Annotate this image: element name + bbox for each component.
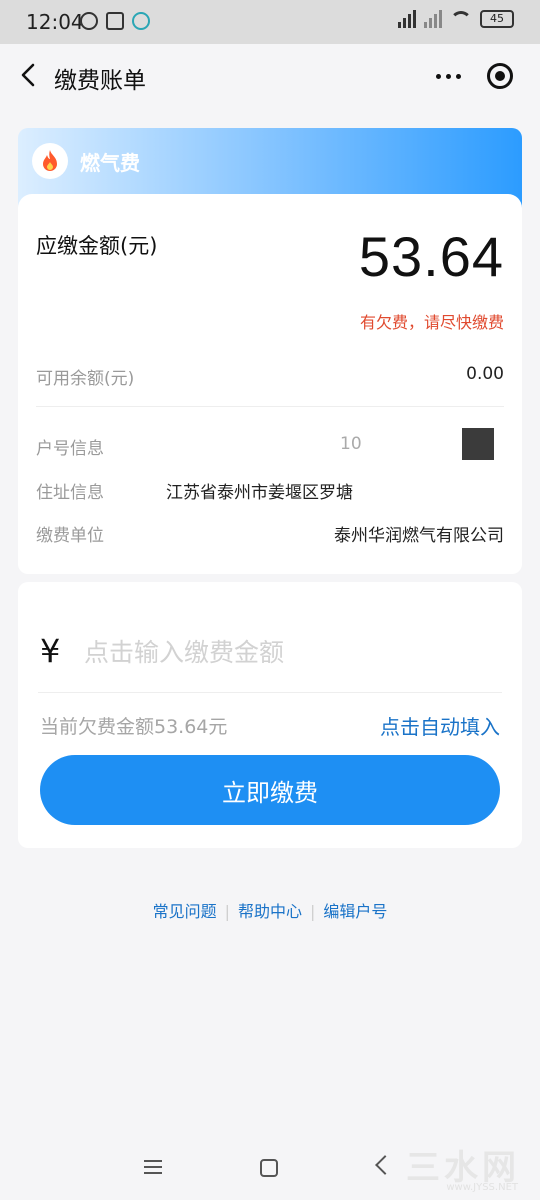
address-value: 江苏省泰州市姜堰区罗塘 xyxy=(166,483,353,503)
account-label: 户号信息 xyxy=(36,439,104,459)
divider xyxy=(36,406,504,407)
separator: | xyxy=(310,902,316,921)
home-icon[interactable] xyxy=(260,1159,278,1177)
bill-detail-card: 应缴金额(元) 53.64 有欠费，请尽快缴费 可用余额(元) 0.00 户号信… xyxy=(18,194,522,574)
miniapp-capsule xyxy=(422,56,526,96)
battery-icon: 45 xyxy=(480,10,514,28)
payment-amount-input[interactable] xyxy=(84,630,494,674)
edit-account-link[interactable]: 编辑户号 xyxy=(323,902,387,921)
close-miniapp-icon[interactable] xyxy=(474,56,526,96)
more-options-icon[interactable] xyxy=(422,56,474,96)
status-bar: 12:04 45 xyxy=(0,0,540,44)
due-amount-value: 53.64 xyxy=(358,225,504,288)
nav-bar: 缴费账单 xyxy=(0,44,540,108)
account-value: 10 xyxy=(340,434,362,454)
company-value: 泰州华润燃气有限公司 xyxy=(334,526,504,546)
watermark-url: www.JYSS.NET xyxy=(446,1182,518,1193)
footer-links: 常见问题 | 帮助中心 | 编辑户号 xyxy=(0,898,540,922)
currency-symbol: ¥ xyxy=(40,632,61,670)
payment-card: ¥ 当前欠费金额53.64元 点击自动填入 立即缴费 xyxy=(18,582,522,848)
help-center-link[interactable]: 帮助中心 xyxy=(238,902,302,921)
address-label: 住址信息 xyxy=(36,483,104,503)
recent-apps-icon[interactable] xyxy=(144,1160,162,1174)
status-system-icons: 45 xyxy=(398,10,514,28)
nfc-icon xyxy=(106,12,124,30)
wifi-icon xyxy=(450,11,472,27)
app-notification-icon xyxy=(132,12,150,30)
company-label: 缴费单位 xyxy=(36,526,104,546)
bill-type-title: 燃气费 xyxy=(80,151,140,175)
redacted-block xyxy=(462,428,494,460)
alarm-icon xyxy=(80,12,98,30)
signal-icon xyxy=(398,10,416,28)
pay-now-button[interactable]: 立即缴费 xyxy=(40,755,500,825)
back-arrow-icon[interactable] xyxy=(16,62,42,88)
faq-link[interactable]: 常见问题 xyxy=(153,902,217,921)
gas-flame-icon xyxy=(32,143,68,179)
divider xyxy=(38,692,502,693)
autofill-link[interactable]: 点击自动填入 xyxy=(380,711,500,740)
current-arrears-text: 当前欠费金额53.64元 xyxy=(40,716,228,738)
status-notification-icons xyxy=(80,12,150,30)
separator: | xyxy=(224,902,230,921)
page-title: 缴费账单 xyxy=(54,68,146,94)
balance-value: 0.00 xyxy=(466,364,504,384)
status-time: 12:04 xyxy=(26,10,84,34)
due-amount-label: 应缴金额(元) xyxy=(36,234,158,258)
signal-secondary-icon xyxy=(424,10,442,28)
system-back-icon[interactable] xyxy=(375,1155,395,1175)
arrears-warning: 有欠费，请尽快缴费 xyxy=(359,313,504,332)
balance-label: 可用余额(元) xyxy=(36,369,135,389)
